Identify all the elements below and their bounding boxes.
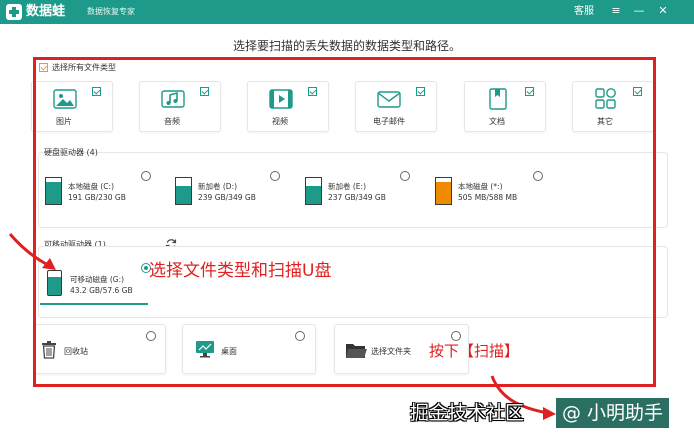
app-name: 数据蛙: [26, 4, 66, 19]
watermark: 掘金技术社区 @ 小明助手: [410, 398, 694, 428]
annotation-scan-hint: 按下【扫描】: [429, 342, 520, 360]
customer-service-link[interactable]: 客服: [574, 5, 594, 19]
menu-icon[interactable]: ≡: [609, 3, 623, 19]
page-headline: 选择要扫描的丢失数据的数据类型和路径。: [232, 39, 461, 53]
app-subtitle: 数据恢复专家: [87, 7, 135, 16]
highlight-frame: [33, 57, 656, 387]
annotation-select-hint: 选择文件类型和扫描U盘: [149, 261, 332, 281]
title-bar: 数据蛙 数据恢复专家 客服 ≡ — ✕: [0, 0, 694, 24]
watermark-handle: @ 小明助手: [556, 398, 670, 428]
close-icon[interactable]: ✕: [656, 3, 670, 19]
watermark-text: 掘金技术社区: [410, 402, 525, 424]
minimize-icon[interactable]: —: [632, 3, 646, 19]
app-logo-icon: [6, 4, 22, 20]
